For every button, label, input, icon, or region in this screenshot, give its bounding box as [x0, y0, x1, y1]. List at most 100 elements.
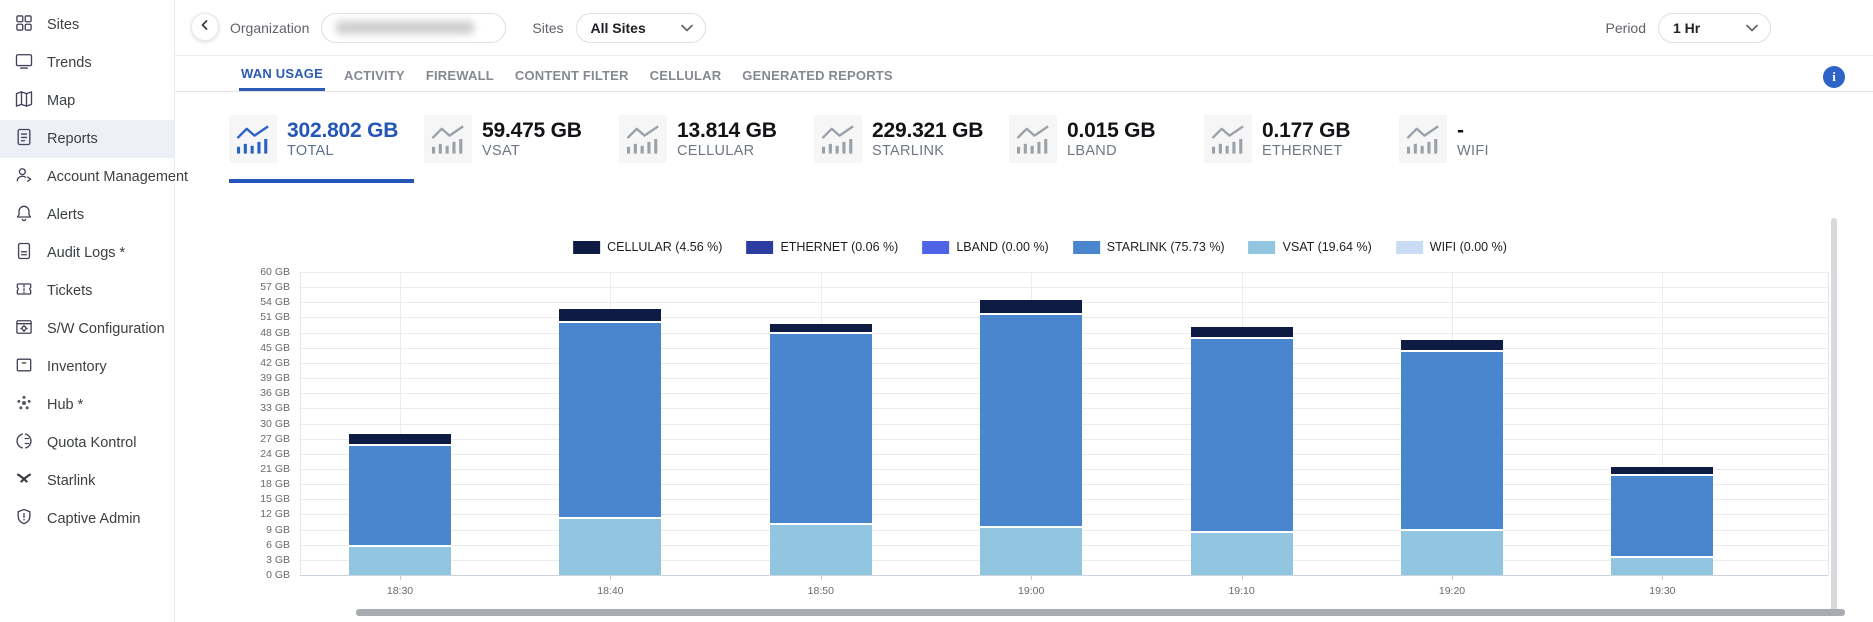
- bar-segment-starlink-19-00[interactable]: [980, 313, 1082, 525]
- map-icon: [14, 89, 34, 113]
- sidebar-item-inventory[interactable]: Inventory: [0, 348, 174, 386]
- stat-label: WIFI: [1457, 143, 1489, 159]
- plot-right-border: [1828, 272, 1829, 575]
- period-select[interactable]: 1 Hr: [1658, 13, 1771, 43]
- sidebar-item-label: Sites: [47, 17, 79, 33]
- ticket-icon: [14, 279, 34, 303]
- sidebar-item-audit-logs[interactable]: Audit Logs *: [0, 234, 174, 272]
- stat-card-total[interactable]: 302.802 GBTOTAL: [229, 113, 414, 165]
- legend-label: LBAND (0.00 %): [956, 240, 1048, 254]
- sidebar-item-s-w-configuration[interactable]: S/W Configuration: [0, 310, 174, 348]
- y-axis-label: 57 GB: [242, 281, 290, 293]
- bar-segment-starlink-18-30[interactable]: [349, 444, 451, 546]
- shield-icon: [14, 507, 34, 531]
- hub-icon: [14, 393, 34, 417]
- stat-label: VSAT: [482, 143, 582, 159]
- bar-segment-cellular-18-40[interactable]: [559, 309, 661, 321]
- sidebar-item-reports[interactable]: Reports: [0, 120, 174, 158]
- tab-cellular[interactable]: CELLULAR: [648, 56, 724, 91]
- bar-segment-vsat-19-20[interactable]: [1401, 529, 1503, 575]
- y-axis-label: 54 GB: [242, 296, 290, 308]
- sidebar-item-quota-kontrol[interactable]: Quota Kontrol: [0, 424, 174, 462]
- y-axis-label: 48 GB: [242, 327, 290, 339]
- bar-segment-vsat-18-30[interactable]: [349, 545, 451, 575]
- stat-card-starlink[interactable]: 229.321 GBSTARLINK: [814, 113, 999, 165]
- y-axis-label: 27 GB: [242, 433, 290, 445]
- bar-chart-icon: [814, 115, 862, 163]
- x-axis-line: [300, 575, 1828, 576]
- bar-segment-vsat-19-10[interactable]: [1191, 531, 1293, 575]
- bar-segment-cellular-19-30[interactable]: [1611, 467, 1713, 474]
- stat-card-lband[interactable]: 0.015 GBLBAND: [1009, 113, 1194, 165]
- sidebar-item-starlink[interactable]: Starlink: [0, 462, 174, 500]
- bar-segment-starlink-19-10[interactable]: [1191, 337, 1293, 531]
- legend-item-vsat[interactable]: VSAT (19.64 %): [1249, 240, 1372, 254]
- stat-text: 302.802 GBTOTAL: [287, 119, 398, 159]
- info-icon[interactable]: i: [1823, 66, 1845, 88]
- x-axis-label: 19:30: [1632, 585, 1692, 597]
- bar-chart-icon: [619, 115, 667, 163]
- stat-value: -: [1457, 119, 1489, 143]
- sidebar-item-captive-admin[interactable]: Captive Admin: [0, 500, 174, 538]
- period-label: Period: [1606, 20, 1646, 36]
- stat-label: CELLULAR: [677, 143, 777, 159]
- tab-activity[interactable]: ACTIVITY: [342, 56, 407, 91]
- organization-select[interactable]: [321, 13, 506, 43]
- sidebar-item-map[interactable]: Map: [0, 82, 174, 120]
- stat-value: 302.802 GB: [287, 119, 398, 143]
- bar-segment-starlink-18-50[interactable]: [770, 332, 872, 523]
- legend-item-lband[interactable]: LBAND (0.00 %): [922, 240, 1048, 254]
- y-axis-label: 60 GB: [242, 266, 290, 278]
- sidebar-item-trends[interactable]: Trends: [0, 44, 174, 82]
- stat-label: STARLINK: [872, 143, 983, 159]
- y-axis-label: 24 GB: [242, 448, 290, 460]
- stat-card-wifi[interactable]: -WIFI: [1399, 113, 1584, 165]
- bar-segment-vsat-19-30[interactable]: [1611, 556, 1713, 575]
- stat-card-vsat[interactable]: 59.475 GBVSAT: [424, 113, 609, 165]
- sidebar-item-label: S/W Configuration: [47, 321, 165, 337]
- sites-select[interactable]: All Sites: [576, 13, 706, 43]
- bar-segment-vsat-18-50[interactable]: [770, 523, 872, 575]
- stat-label: ETHERNET: [1262, 143, 1350, 159]
- sidebar-item-hub[interactable]: Hub *: [0, 386, 174, 424]
- bar-segment-starlink-19-20[interactable]: [1401, 350, 1503, 529]
- bar-segment-cellular-18-30[interactable]: [349, 434, 451, 444]
- x-axis-tick: [610, 575, 611, 580]
- stat-text: 0.177 GBETHERNET: [1262, 119, 1350, 159]
- horizontal-scrollbar[interactable]: [356, 609, 1845, 616]
- bar-segment-cellular-18-50[interactable]: [770, 324, 872, 333]
- sidebar-item-label: Reports: [47, 131, 98, 147]
- legend-swatch: [573, 241, 600, 254]
- tab-wan-usage[interactable]: WAN USAGE: [239, 56, 325, 91]
- tab-content-filter[interactable]: CONTENT FILTER: [513, 56, 631, 91]
- stat-card-cellular[interactable]: 13.814 GBCELLULAR: [619, 113, 804, 165]
- legend-item-ethernet[interactable]: ETHERNET (0.06 %): [746, 240, 898, 254]
- bar-segment-vsat-19-00[interactable]: [980, 526, 1082, 575]
- bar-segment-vsat-18-40[interactable]: [559, 517, 661, 575]
- vertical-scrollbar[interactable]: [1831, 218, 1837, 612]
- tab-firewall[interactable]: FIREWALL: [424, 56, 496, 91]
- sidebar-item-label: Audit Logs *: [47, 245, 125, 261]
- stat-card-ethernet[interactable]: 0.177 GBETHERNET: [1204, 113, 1389, 165]
- bar-segment-cellular-19-20[interactable]: [1401, 340, 1503, 350]
- legend-label: CELLULAR (4.56 %): [607, 240, 722, 254]
- stat-label: LBAND: [1067, 143, 1155, 159]
- sidebar-item-label: Quota Kontrol: [47, 435, 136, 451]
- back-button[interactable]: [191, 13, 219, 41]
- legend-item-cellular[interactable]: CELLULAR (4.56 %): [573, 240, 722, 254]
- sidebar-item-label: Alerts: [47, 207, 84, 223]
- bar-segment-starlink-19-30[interactable]: [1611, 474, 1713, 556]
- legend-item-wifi[interactable]: WIFI (0.00 %): [1396, 240, 1507, 254]
- tab-generated-reports[interactable]: GENERATED REPORTS: [740, 56, 895, 91]
- bar-segment-starlink-18-40[interactable]: [559, 321, 661, 517]
- sidebar-item-alerts[interactable]: Alerts: [0, 196, 174, 234]
- sidebar-item-account-management[interactable]: Account Management: [0, 158, 174, 196]
- chevron-left-icon: [199, 18, 211, 36]
- sidebar-item-sites[interactable]: Sites: [0, 6, 174, 44]
- legend-item-starlink[interactable]: STARLINK (75.73 %): [1073, 240, 1225, 254]
- trends-icon: [14, 51, 34, 75]
- bar-segment-cellular-19-00[interactable]: [980, 300, 1082, 313]
- bar-segment-cellular-19-10[interactable]: [1191, 327, 1293, 337]
- sidebar-item-tickets[interactable]: Tickets: [0, 272, 174, 310]
- sidebar-item-label: Captive Admin: [47, 511, 141, 527]
